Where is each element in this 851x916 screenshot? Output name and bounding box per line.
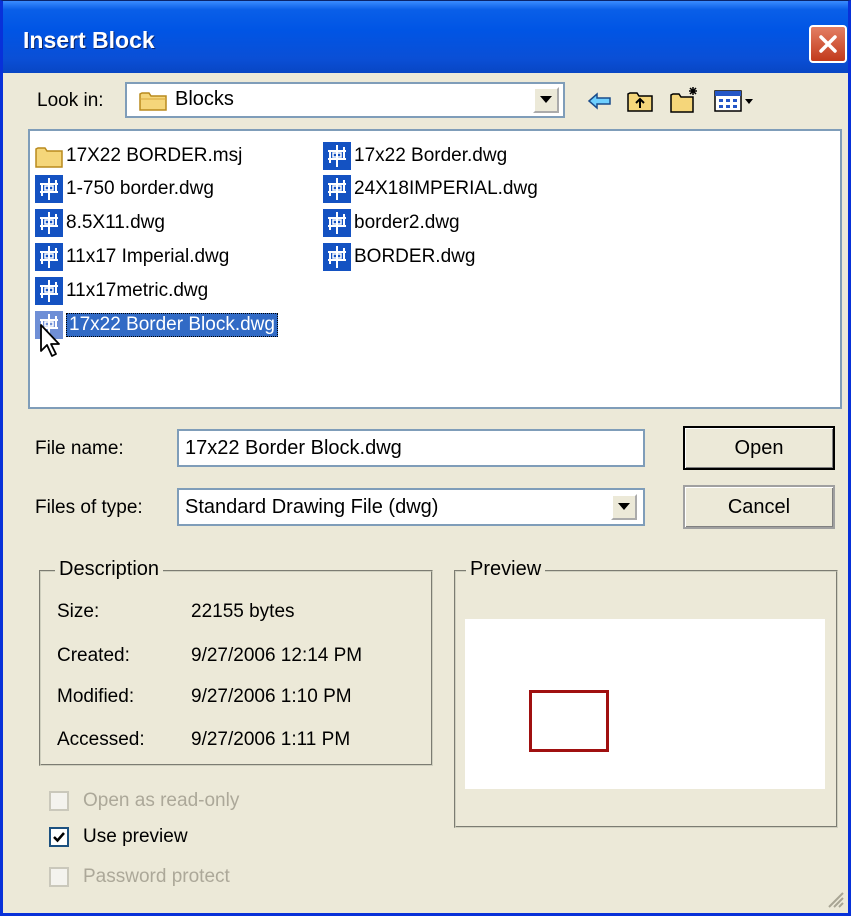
file-item[interactable]: 8.5X11.dwg — [34, 208, 165, 238]
file-list[interactable]: 17X22 BORDER.msj 1-750 border.dwg 8.5X11… — [28, 129, 842, 409]
up-folder-icon — [627, 92, 653, 112]
modified-value: 9/27/2006 1:10 PM — [191, 686, 352, 707]
views-menu-icon — [714, 90, 753, 112]
chevron-down-icon — [540, 96, 552, 103]
folder-icon — [139, 92, 167, 111]
files-of-type-label: Files of type: — [35, 497, 143, 518]
dialog-title: Insert Block — [23, 27, 155, 53]
size-value: 22155 bytes — [191, 601, 295, 622]
preview-drawing — [529, 690, 609, 752]
up-one-level-button[interactable] — [625, 87, 655, 115]
title-bar[interactable]: Insert Block — [3, 1, 848, 73]
description-group-title: Description — [55, 558, 164, 581]
cancel-button[interactable]: Cancel — [683, 485, 835, 529]
file-name-label: File name: — [35, 438, 124, 459]
file-item[interactable]: 17X22 BORDER.msj — [34, 141, 242, 171]
size-label: Size: — [57, 601, 100, 622]
file-item[interactable]: 11x17metric.dwg — [34, 276, 208, 306]
created-label: Created: — [57, 645, 130, 666]
open-read-only-checkbox[interactable] — [49, 791, 69, 811]
back-button[interactable] — [585, 87, 615, 115]
views-menu-button[interactable] — [713, 87, 757, 115]
look-in-dropdown-button[interactable] — [533, 87, 559, 113]
new-folder-icon — [670, 87, 697, 113]
file-item-selected[interactable]: 17x22 Border Block.dwg — [34, 310, 278, 340]
back-arrow-icon — [587, 92, 611, 110]
file-item[interactable]: 11x17 Imperial.dwg — [34, 242, 229, 272]
password-protect-checkbox[interactable] — [49, 867, 69, 887]
dwg-file-icon — [323, 209, 351, 237]
files-of-type-dropdown-button[interactable] — [611, 494, 637, 520]
file-item[interactable]: 24X18IMPERIAL.dwg — [322, 174, 538, 204]
accessed-value: 9/27/2006 1:11 PM — [191, 729, 351, 750]
file-item[interactable]: border2.dwg — [322, 208, 460, 238]
close-button[interactable] — [809, 25, 847, 63]
look-in-value: Blocks — [175, 88, 234, 110]
file-item[interactable]: BORDER.dwg — [322, 242, 475, 272]
dwg-file-icon — [35, 175, 63, 203]
use-preview-checkbox[interactable] — [49, 827, 69, 847]
dwg-file-icon — [35, 243, 63, 271]
create-new-folder-button[interactable] — [669, 85, 699, 113]
preview-group-title: Preview — [466, 558, 546, 581]
chevron-down-icon — [618, 503, 630, 510]
files-of-type-select[interactable]: Standard Drawing File (dwg) — [177, 488, 645, 526]
file-item[interactable]: 17x22 Border.dwg — [322, 141, 507, 171]
look-in-label: Look in: — [37, 90, 104, 111]
mouse-cursor-icon — [40, 324, 60, 357]
file-name-input[interactable]: 17x22 Border Block.dwg — [177, 429, 645, 467]
dwg-file-icon — [323, 243, 351, 271]
checkmark-icon — [53, 832, 65, 843]
look-in-combo[interactable]: Blocks — [125, 82, 565, 118]
open-read-only-label: Open as read-only — [83, 790, 240, 811]
dwg-file-icon — [323, 142, 351, 170]
dwg-file-icon — [35, 209, 63, 237]
insert-block-dialog: Insert Block Look in: Blocks 17X22 BORDE… — [0, 0, 851, 916]
use-preview-label: Use preview — [83, 826, 188, 847]
password-protect-label: Password protect — [83, 866, 230, 887]
resize-grip-icon[interactable] — [825, 889, 845, 909]
file-item[interactable]: 1-750 border.dwg — [34, 174, 214, 204]
dwg-file-icon — [323, 175, 351, 203]
preview-canvas — [465, 619, 825, 789]
close-icon — [819, 35, 837, 53]
modified-label: Modified: — [57, 686, 135, 707]
open-button[interactable]: Open — [683, 426, 835, 470]
accessed-label: Accessed: — [57, 729, 145, 750]
dwg-file-icon — [35, 277, 63, 305]
folder-icon — [35, 147, 63, 168]
created-value: 9/27/2006 12:14 PM — [191, 645, 363, 666]
